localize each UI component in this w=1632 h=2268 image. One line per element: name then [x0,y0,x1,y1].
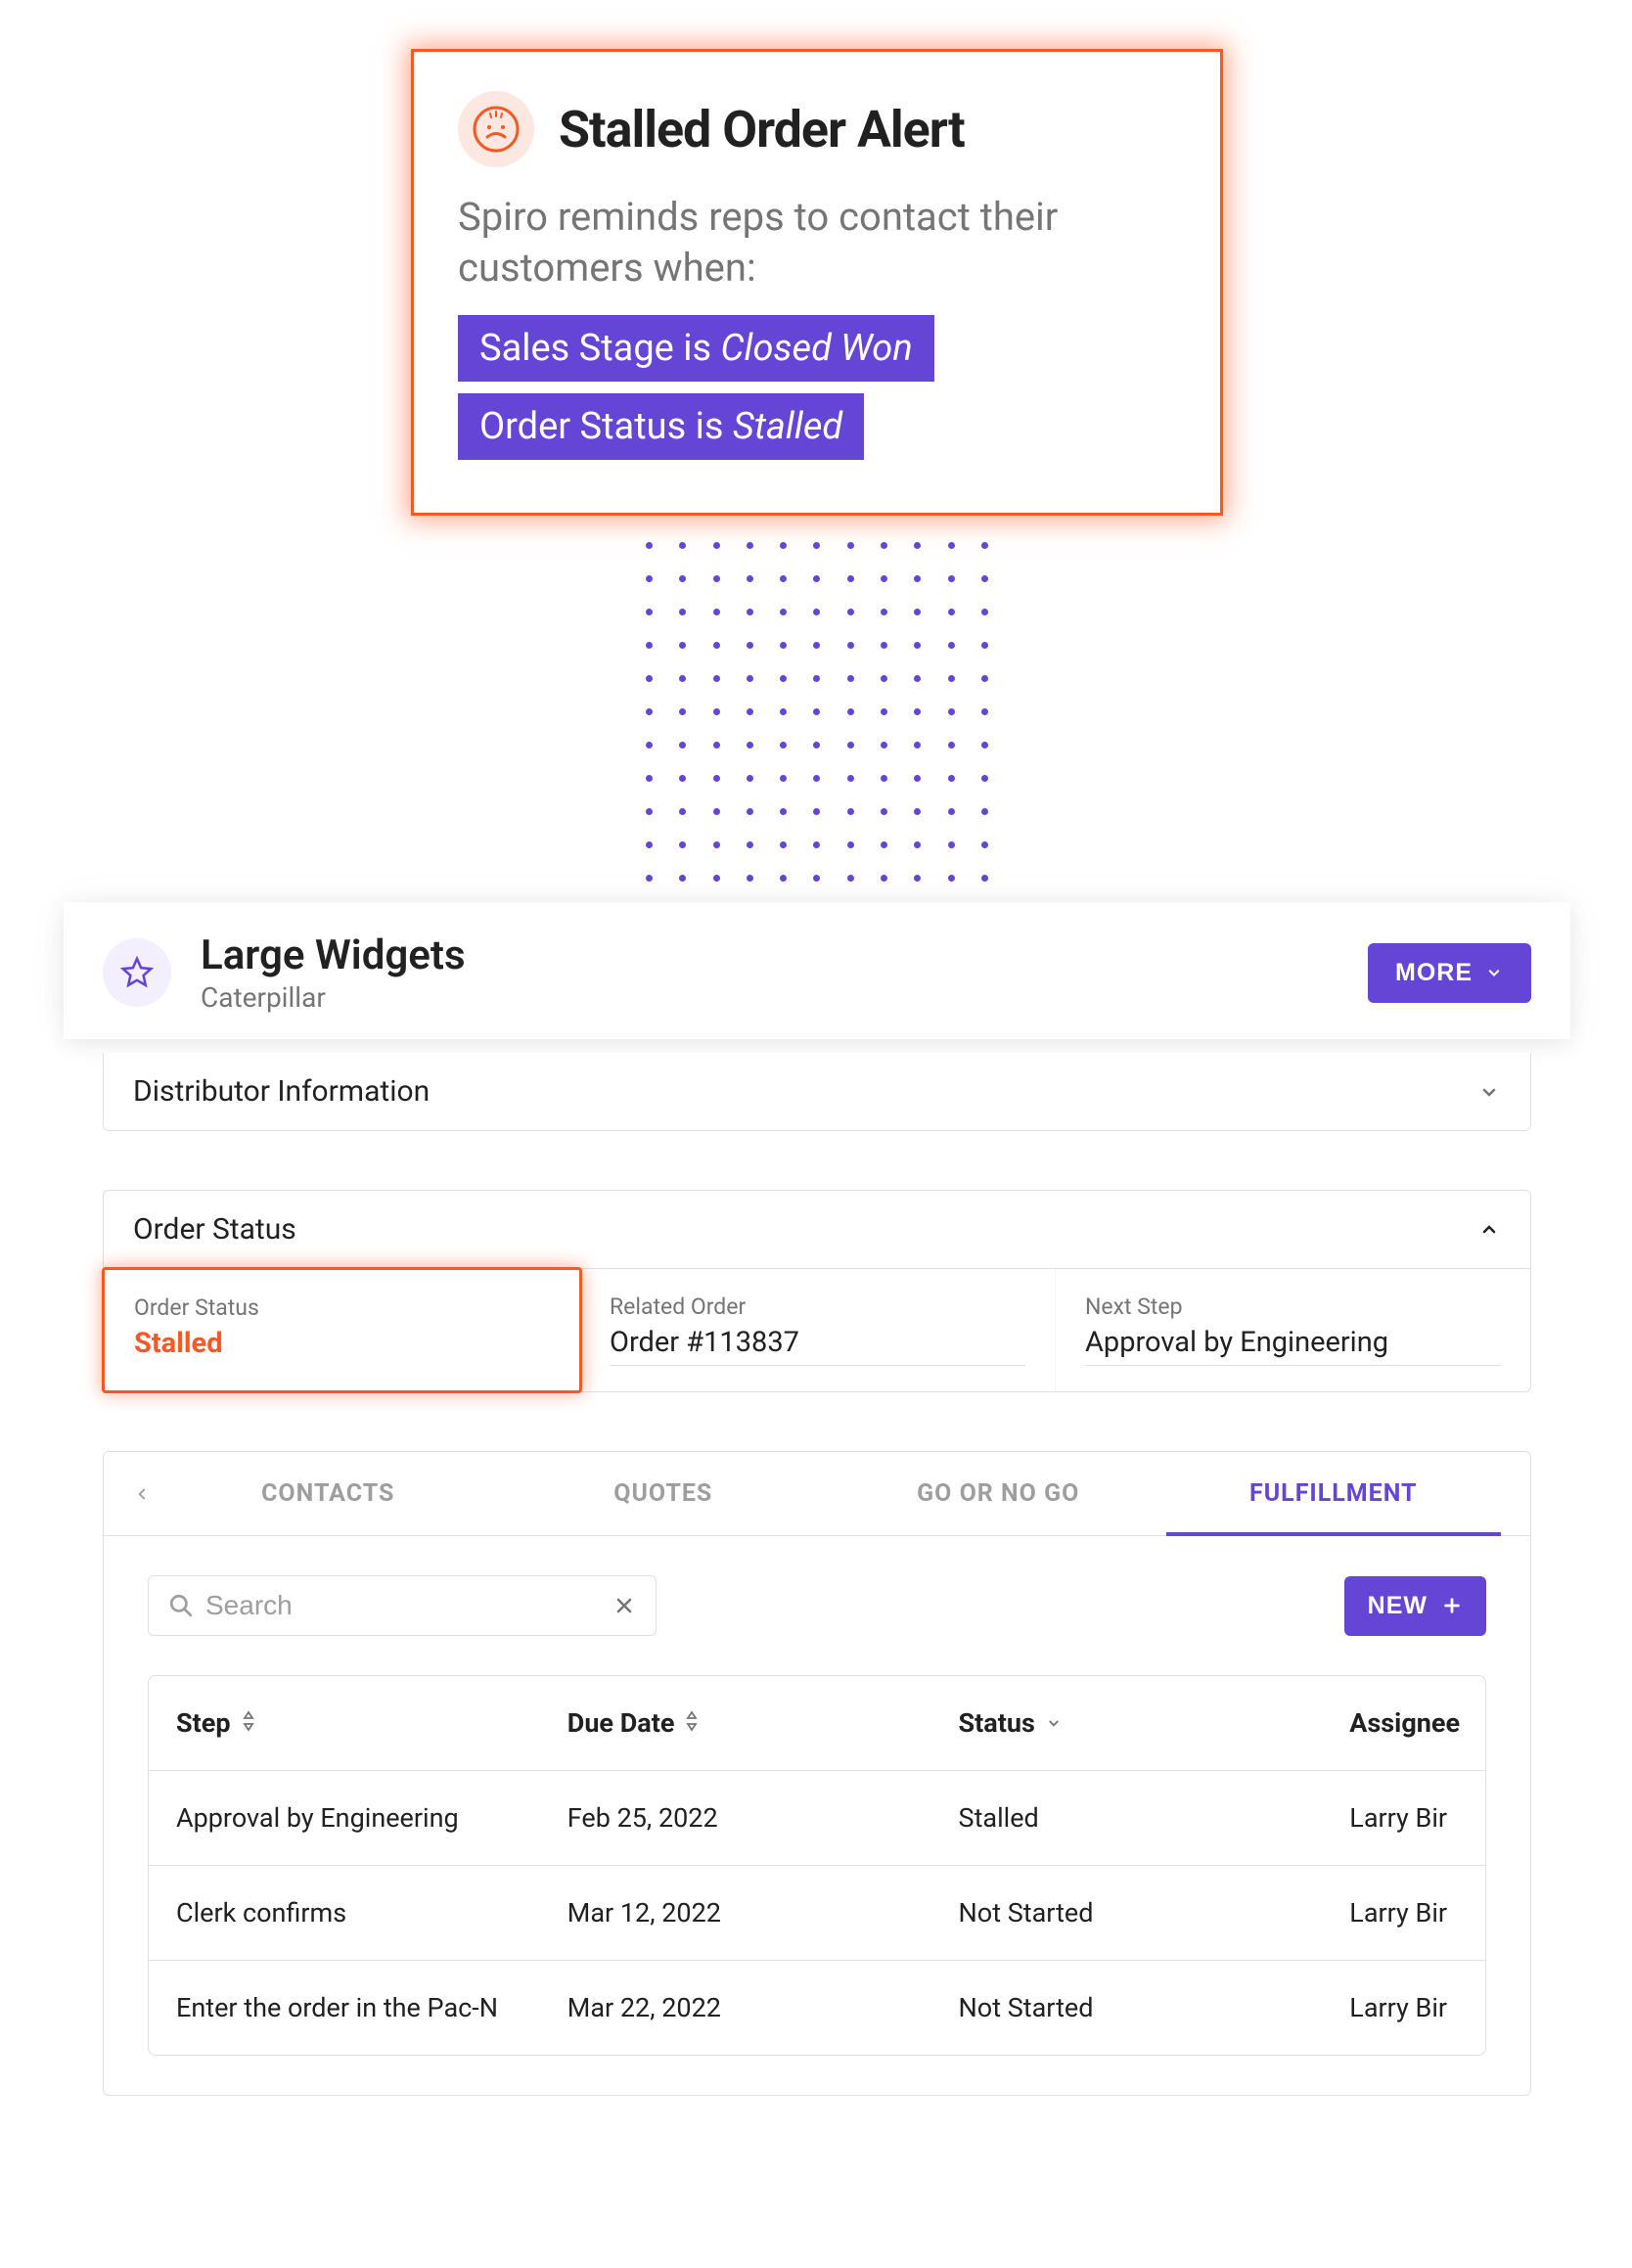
fulfillment-table: Step Due Date Status Assignee Approval b… [148,1675,1486,2056]
col-label: Due Date [567,1707,675,1739]
field-label: Order Status [134,1294,550,1321]
table-header: Step Due Date Status Assignee [149,1676,1485,1771]
distributor-header[interactable]: Distributor Information [104,1053,1530,1130]
cell-due: Mar 22, 2022 [540,1961,931,2055]
tabs-prev-arrow[interactable] [133,1477,160,1510]
col-header-due-date[interactable]: Due Date [540,1676,931,1770]
table-row[interactable]: Approval by Engineering Feb 25, 2022 Sta… [149,1771,1485,1866]
cell-step: Approval by Engineering [149,1771,540,1865]
star-icon[interactable] [103,938,171,1007]
detail-sections: Distributor Information Order Status Ord… [103,1053,1531,2096]
cell-assignee: Larry Bir [1322,1866,1485,1960]
cell-step: Clerk confirms [149,1866,540,1960]
col-header-step[interactable]: Step [149,1676,540,1770]
field-order-status[interactable]: Order Status Stalled [102,1267,582,1393]
section-title: Distributor Information [133,1074,430,1109]
tab-go-or-no-go[interactable]: GO OR NO GO [831,1452,1166,1535]
chevron-up-icon [1477,1218,1501,1242]
condition-value: Stalled [733,405,842,448]
field-next-step[interactable]: Next Step Approval by Engineering [1056,1269,1530,1391]
alert-header: Stalled Order Alert [458,91,1176,167]
cell-status: Stalled [931,1771,1323,1865]
cell-status: Not Started [931,1866,1323,1960]
record-header: Large Widgets Caterpillar MORE [64,902,1570,1039]
col-label: Assignee [1349,1707,1460,1739]
col-header-status[interactable]: Status [931,1676,1323,1770]
field-value: Stalled [134,1327,550,1366]
new-button-label: NEW [1368,1592,1428,1620]
stalled-order-alert-card: Stalled Order Alert Spiro reminds reps t… [411,49,1223,516]
chevron-down-icon [1477,1080,1501,1104]
col-label: Step [176,1707,231,1739]
search-icon [168,1593,194,1618]
plus-icon [1441,1595,1463,1616]
record-title: Large Widgets [201,931,466,979]
alert-description: Spiro reminds reps to contact their cust… [458,192,1176,294]
field-label: Next Step [1085,1293,1501,1320]
tab-quotes[interactable]: QUOTES [496,1452,832,1535]
cell-assignee: Larry Bir [1322,1771,1485,1865]
condition-value: Closed Won [721,327,913,370]
record-header-card: Large Widgets Caterpillar MORE [64,902,1570,1039]
more-button[interactable]: MORE [1368,943,1531,1003]
field-related-order[interactable]: Related Order Order #113837 [580,1269,1056,1391]
tab-contacts[interactable]: CONTACTS [160,1452,496,1535]
related-lists-panel: CONTACTS QUOTES GO OR NO GO FULFILLMENT … [103,1451,1531,2096]
order-status-section: Order Status Order Status Stalled Relate… [103,1190,1531,1392]
chevron-down-icon [1045,1714,1063,1732]
cell-assignee: Larry Bir [1322,1961,1485,2055]
order-status-fields: Order Status Stalled Related Order Order… [104,1268,1530,1391]
table-row[interactable]: Clerk confirms Mar 12, 2022 Not Started … [149,1866,1485,1961]
more-button-label: MORE [1395,959,1473,987]
order-status-header[interactable]: Order Status [104,1191,1530,1268]
cell-step: Enter the order in the Pac-N [149,1961,540,2055]
alert-icon [458,91,534,167]
condition-field: Sales Stage is [479,327,721,370]
field-value: Approval by Engineering [1085,1326,1501,1366]
col-header-assignee[interactable]: Assignee [1322,1676,1485,1770]
condition-field: Order Status is [479,405,733,448]
record-subtitle: Caterpillar [201,981,466,1014]
tab-controls: NEW [104,1536,1530,1675]
tab-fulfillment[interactable]: FULFILLMENT [1166,1452,1502,1535]
sort-icon [684,1707,700,1739]
section-title: Order Status [133,1212,296,1247]
alert-title: Stalled Order Alert [559,100,965,159]
alert-condition-2: Order Status is Stalled [458,393,864,460]
search-box[interactable] [148,1575,657,1636]
col-label: Status [959,1707,1035,1739]
field-value: Order #113837 [610,1326,1025,1366]
cell-due: Mar 12, 2022 [540,1866,931,1960]
cell-due: Feb 25, 2022 [540,1771,931,1865]
search-input[interactable] [205,1590,601,1621]
sort-icon [241,1707,256,1739]
table-row[interactable]: Enter the order in the Pac-N Mar 22, 202… [149,1961,1485,2055]
new-button[interactable]: NEW [1344,1576,1486,1636]
cell-status: Not Started [931,1961,1323,2055]
chevron-down-icon [1484,963,1504,982]
clear-icon[interactable] [612,1594,636,1617]
alert-condition-1: Sales Stage is Closed Won [458,315,934,382]
tabs-bar: CONTACTS QUOTES GO OR NO GO FULFILLMENT [104,1452,1530,1536]
distributor-section: Distributor Information [103,1053,1531,1131]
field-label: Related Order [610,1293,1025,1320]
